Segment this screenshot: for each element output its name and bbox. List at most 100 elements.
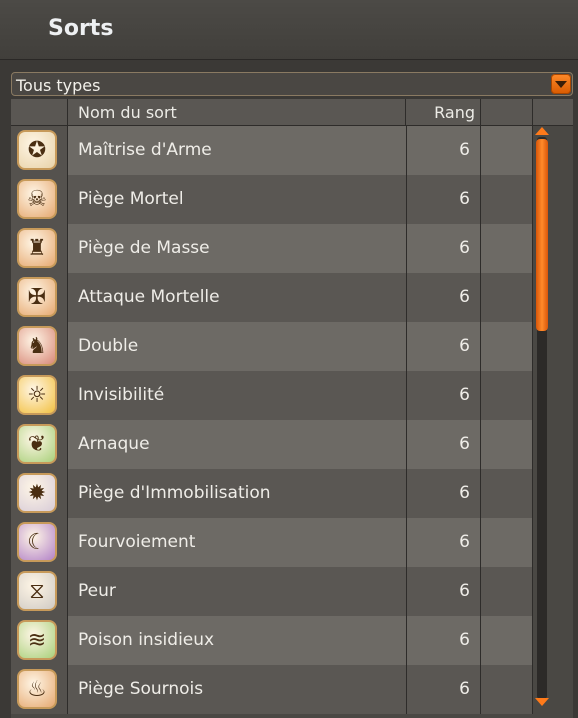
spell-name: Invisibilité (78, 385, 165, 405)
spell-name-cell: Maîtrise d'Arme (68, 126, 406, 175)
group-trap-icon: ♜ (17, 228, 57, 268)
spell-name: Attaque Mortelle (78, 287, 220, 307)
spell-rank: 6 (459, 189, 470, 209)
spell-extra-cell (481, 665, 533, 714)
spell-icon-cell: ☾ (11, 518, 68, 567)
spell-icon-cell: ☼ (11, 371, 68, 420)
table-row[interactable]: ✹ Piège d'Immobilisation 6 (11, 469, 573, 518)
skull-trap-icon: ☠ (17, 179, 57, 219)
table-row[interactable]: ♨ Piège Sournois 6 (11, 665, 573, 714)
spell-rank: 6 (459, 336, 470, 356)
spell-name-cell: Piège Sournois (68, 665, 406, 714)
leaf-icon: ❦ (17, 424, 57, 464)
sneaky-trap-icon: ♨ (17, 669, 57, 709)
spell-rank: 6 (459, 287, 470, 307)
spell-name-cell: Piège de Masse (68, 224, 406, 273)
spell-name-cell: Invisibilité (68, 371, 406, 420)
window-header: Sorts (0, 0, 578, 60)
spell-extra-cell (481, 126, 533, 175)
spell-rank-cell: 6 (406, 518, 481, 567)
spell-name-cell: Arnaque (68, 420, 406, 469)
table-row[interactable]: ✠ Attaque Mortelle 6 (11, 273, 573, 322)
window-title: Sorts (48, 16, 114, 41)
header-rank[interactable]: Rang (406, 99, 481, 125)
spell-rank-cell: 6 (406, 224, 481, 273)
spell-rank-cell: 6 (406, 469, 481, 518)
spell-rank: 6 (459, 140, 470, 160)
star-emblem-icon: ✪ (17, 130, 57, 170)
mask-icon: ☾ (17, 522, 57, 562)
spell-extra-cell (481, 518, 533, 567)
table-row[interactable]: ☠ Piège Mortel 6 (11, 175, 573, 224)
scrollbar[interactable] (533, 127, 551, 707)
header-extra-column (481, 99, 533, 125)
spell-rank-cell: 6 (406, 273, 481, 322)
spell-type-selected: Tous types (16, 76, 101, 95)
spell-rank-cell: 6 (406, 371, 481, 420)
spell-name: Piège Sournois (78, 679, 204, 699)
spell-rank-cell: 6 (406, 616, 481, 665)
spell-name: Peur (78, 581, 116, 601)
spell-icon-cell: ⧖ (11, 567, 68, 616)
spell-rank-cell: 6 (406, 567, 481, 616)
header-rank-label: Rang (434, 103, 475, 122)
spell-extra-cell (481, 567, 533, 616)
spell-icon-cell: ✠ (11, 273, 68, 322)
table-row[interactable]: ⧖ Peur 6 (11, 567, 573, 616)
spell-rank-cell: 6 (406, 420, 481, 469)
spell-icon-cell: ❦ (11, 420, 68, 469)
scroll-up-icon[interactable] (535, 127, 549, 136)
spell-name-cell: Piège Mortel (68, 175, 406, 224)
header-icon-column (11, 99, 68, 125)
spell-type-dropdown[interactable]: Tous types (11, 72, 573, 96)
spell-table: Nom du sort Rang ✪ Maîtrise d'Arme 6 ☠ Piège… (11, 99, 573, 718)
invisibility-icon: ☼ (17, 375, 57, 415)
spell-icon-cell: ♞ (11, 322, 68, 371)
spell-name: Maîtrise d'Arme (78, 140, 212, 160)
spell-extra-cell (481, 273, 533, 322)
scroll-thumb[interactable] (536, 139, 548, 331)
table-row[interactable]: ☾ Fourvoiement 6 (11, 518, 573, 567)
spell-icon-cell: ✹ (11, 469, 68, 518)
table-row[interactable]: ❦ Arnaque 6 (11, 420, 573, 469)
spell-name-cell: Double (68, 322, 406, 371)
spell-name-cell: Attaque Mortelle (68, 273, 406, 322)
table-row[interactable]: ☼ Invisibilité 6 (11, 371, 573, 420)
spell-extra-cell (481, 322, 533, 371)
spell-name-cell: Peur (68, 567, 406, 616)
spell-rank-cell: 6 (406, 126, 481, 175)
spell-rank: 6 (459, 679, 470, 699)
spell-extra-cell (481, 175, 533, 224)
table-row[interactable]: ✪ Maîtrise d'Arme 6 (11, 126, 573, 175)
spell-name: Piège Mortel (78, 189, 184, 209)
double-figure-icon: ♞ (17, 326, 57, 366)
spell-name-cell: Piège d'Immobilisation (68, 469, 406, 518)
spell-rank: 6 (459, 238, 470, 258)
scroll-down-icon[interactable] (535, 698, 549, 707)
table-row[interactable]: ♜ Piège de Masse 6 (11, 224, 573, 273)
spell-rank: 6 (459, 385, 470, 405)
spell-name: Arnaque (78, 434, 150, 454)
spell-name: Poison insidieux (78, 630, 215, 650)
spell-name: Double (78, 336, 139, 356)
spell-icon-cell: ♜ (11, 224, 68, 273)
immobilize-trap-icon: ✹ (17, 473, 57, 513)
table-header: Nom du sort Rang (11, 99, 573, 126)
poison-icon: ≋ (17, 620, 57, 660)
spell-rank-cell: 6 (406, 322, 481, 371)
spell-rank: 6 (459, 581, 470, 601)
dropdown-arrow-icon[interactable] (551, 74, 571, 94)
spell-rank-cell: 6 (406, 175, 481, 224)
spell-icon-cell: ✪ (11, 126, 68, 175)
spell-name: Piège d'Immobilisation (78, 483, 271, 503)
table-row[interactable]: ♞ Double 6 (11, 322, 573, 371)
spell-rank-cell: 6 (406, 665, 481, 714)
table-row[interactable]: ≋ Poison insidieux 6 (11, 616, 573, 665)
fear-icon: ⧖ (17, 571, 57, 611)
spell-rank: 6 (459, 483, 470, 503)
header-name[interactable]: Nom du sort (68, 99, 406, 125)
spell-rank: 6 (459, 434, 470, 454)
spell-extra-cell (481, 371, 533, 420)
spell-extra-cell (481, 616, 533, 665)
spell-rank: 6 (459, 630, 470, 650)
